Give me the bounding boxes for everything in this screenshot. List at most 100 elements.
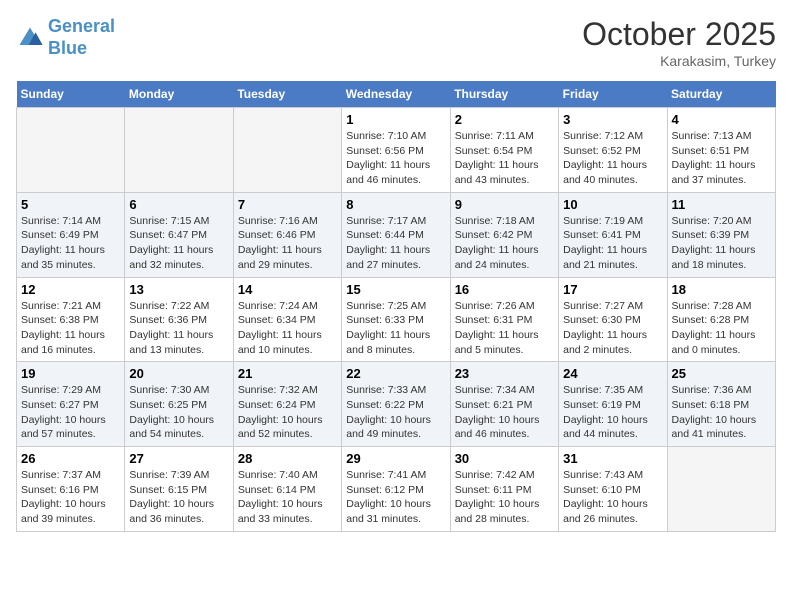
day-number: 17 <box>563 282 662 297</box>
day-number: 24 <box>563 366 662 381</box>
calendar-cell: 9 Sunrise: 7:18 AM Sunset: 6:42 PM Daylig… <box>450 192 558 277</box>
day-info: Sunrise: 7:19 AM Sunset: 6:41 PM Dayligh… <box>563 214 662 273</box>
day-number: 31 <box>563 451 662 466</box>
day-info: Sunrise: 7:10 AM Sunset: 6:56 PM Dayligh… <box>346 129 445 188</box>
day-info: Sunrise: 7:21 AM Sunset: 6:38 PM Dayligh… <box>21 299 120 358</box>
calendar-cell: 28 Sunrise: 7:40 AM Sunset: 6:14 PM Dayli… <box>233 447 341 532</box>
day-number: 21 <box>238 366 337 381</box>
calendar-week-1: 1 Sunrise: 7:10 AM Sunset: 6:56 PM Daylig… <box>17 108 776 193</box>
calendar-cell: 23 Sunrise: 7:34 AM Sunset: 6:21 PM Dayli… <box>450 362 558 447</box>
calendar-cell: 31 Sunrise: 7:43 AM Sunset: 6:10 PM Dayli… <box>559 447 667 532</box>
day-number: 9 <box>455 197 554 212</box>
page-header: General Blue October 2025 Karakasim, Tur… <box>16 16 776 69</box>
day-number: 13 <box>129 282 228 297</box>
logo-icon <box>16 24 44 52</box>
calendar-cell: 3Sunrise: 7:12 AM Sunset: 6:52 PM Daylig… <box>559 108 667 193</box>
calendar-table: SundayMondayTuesdayWednesdayThursdayFrid… <box>16 81 776 532</box>
location-subtitle: Karakasim, Turkey <box>582 53 776 69</box>
calendar-week-3: 12 Sunrise: 7:21 AM Sunset: 6:38 PM Dayli… <box>17 277 776 362</box>
weekday-header-sunday: Sunday <box>17 81 125 108</box>
day-info: Sunrise: 7:27 AM Sunset: 6:30 PM Dayligh… <box>563 299 662 358</box>
day-info: Sunrise: 7:11 AM Sunset: 6:54 PM Dayligh… <box>455 129 554 188</box>
day-number: 14 <box>238 282 337 297</box>
calendar-cell: 13 Sunrise: 7:22 AM Sunset: 6:36 PM Dayli… <box>125 277 233 362</box>
day-number: 2 <box>455 112 554 127</box>
calendar-cell: 25 Sunrise: 7:36 AM Sunset: 6:18 PM Dayli… <box>667 362 775 447</box>
calendar-cell: 20 Sunrise: 7:30 AM Sunset: 6:25 PM Dayli… <box>125 362 233 447</box>
day-info: Sunrise: 7:30 AM Sunset: 6:25 PM Dayligh… <box>129 383 228 442</box>
day-number: 30 <box>455 451 554 466</box>
calendar-cell <box>233 108 341 193</box>
calendar-cell <box>125 108 233 193</box>
calendar-cell: 10 Sunrise: 7:19 AM Sunset: 6:41 PM Dayli… <box>559 192 667 277</box>
day-number: 7 <box>238 197 337 212</box>
day-number: 4 <box>672 112 771 127</box>
logo: General Blue <box>16 16 115 59</box>
day-number: 12 <box>21 282 120 297</box>
day-number: 27 <box>129 451 228 466</box>
calendar-cell: 2 Sunrise: 7:11 AM Sunset: 6:54 PM Daylig… <box>450 108 558 193</box>
day-info: Sunrise: 7:37 AM Sunset: 6:16 PM Dayligh… <box>21 468 120 527</box>
day-number: 1 <box>346 112 445 127</box>
day-number: 8 <box>346 197 445 212</box>
day-info: Sunrise: 7:13 AM Sunset: 6:51 PM Dayligh… <box>672 129 771 188</box>
calendar-cell: 7 Sunrise: 7:16 AM Sunset: 6:46 PM Daylig… <box>233 192 341 277</box>
day-info: Sunrise: 7:15 AM Sunset: 6:47 PM Dayligh… <box>129 214 228 273</box>
day-info: Sunrise: 7:32 AM Sunset: 6:24 PM Dayligh… <box>238 383 337 442</box>
day-info: Sunrise: 7:24 AM Sunset: 6:34 PM Dayligh… <box>238 299 337 358</box>
day-info: Sunrise: 7:26 AM Sunset: 6:31 PM Dayligh… <box>455 299 554 358</box>
day-number: 18 <box>672 282 771 297</box>
day-info: Sunrise: 7:40 AM Sunset: 6:14 PM Dayligh… <box>238 468 337 527</box>
day-info: Sunrise: 7:18 AM Sunset: 6:42 PM Dayligh… <box>455 214 554 273</box>
weekday-header-friday: Friday <box>559 81 667 108</box>
calendar-week-4: 19Sunrise: 7:29 AM Sunset: 6:27 PM Dayli… <box>17 362 776 447</box>
calendar-cell: 26Sunrise: 7:37 AM Sunset: 6:16 PM Dayli… <box>17 447 125 532</box>
calendar-cell: 6 Sunrise: 7:15 AM Sunset: 6:47 PM Daylig… <box>125 192 233 277</box>
day-number: 19 <box>21 366 120 381</box>
day-info: Sunrise: 7:43 AM Sunset: 6:10 PM Dayligh… <box>563 468 662 527</box>
day-number: 22 <box>346 366 445 381</box>
day-info: Sunrise: 7:36 AM Sunset: 6:18 PM Dayligh… <box>672 383 771 442</box>
day-info: Sunrise: 7:33 AM Sunset: 6:22 PM Dayligh… <box>346 383 445 442</box>
calendar-cell: 24Sunrise: 7:35 AM Sunset: 6:19 PM Dayli… <box>559 362 667 447</box>
day-info: Sunrise: 7:17 AM Sunset: 6:44 PM Dayligh… <box>346 214 445 273</box>
day-info: Sunrise: 7:41 AM Sunset: 6:12 PM Dayligh… <box>346 468 445 527</box>
calendar-cell: 8 Sunrise: 7:17 AM Sunset: 6:44 PM Daylig… <box>342 192 450 277</box>
day-info: Sunrise: 7:22 AM Sunset: 6:36 PM Dayligh… <box>129 299 228 358</box>
day-info: Sunrise: 7:39 AM Sunset: 6:15 PM Dayligh… <box>129 468 228 527</box>
day-number: 10 <box>563 197 662 212</box>
day-info: Sunrise: 7:34 AM Sunset: 6:21 PM Dayligh… <box>455 383 554 442</box>
weekday-header-saturday: Saturday <box>667 81 775 108</box>
calendar-week-2: 5 Sunrise: 7:14 AM Sunset: 6:49 PM Daylig… <box>17 192 776 277</box>
calendar-cell: 15Sunrise: 7:25 AM Sunset: 6:33 PM Dayli… <box>342 277 450 362</box>
weekday-header-row: SundayMondayTuesdayWednesdayThursdayFrid… <box>17 81 776 108</box>
weekday-header-tuesday: Tuesday <box>233 81 341 108</box>
calendar-cell <box>17 108 125 193</box>
day-number: 20 <box>129 366 228 381</box>
calendar-cell: 22 Sunrise: 7:33 AM Sunset: 6:22 PM Dayli… <box>342 362 450 447</box>
day-number: 6 <box>129 197 228 212</box>
day-number: 25 <box>672 366 771 381</box>
calendar-cell: 14 Sunrise: 7:24 AM Sunset: 6:34 PM Dayli… <box>233 277 341 362</box>
day-number: 3 <box>563 112 662 127</box>
calendar-cell: 27 Sunrise: 7:39 AM Sunset: 6:15 PM Dayli… <box>125 447 233 532</box>
calendar-cell: 29 Sunrise: 7:41 AM Sunset: 6:12 PM Dayli… <box>342 447 450 532</box>
day-info: Sunrise: 7:42 AM Sunset: 6:11 PM Dayligh… <box>455 468 554 527</box>
weekday-header-wednesday: Wednesday <box>342 81 450 108</box>
day-number: 28 <box>238 451 337 466</box>
calendar-cell: 19Sunrise: 7:29 AM Sunset: 6:27 PM Dayli… <box>17 362 125 447</box>
day-info: Sunrise: 7:14 AM Sunset: 6:49 PM Dayligh… <box>21 214 120 273</box>
day-number: 5 <box>21 197 120 212</box>
calendar-cell: 17 Sunrise: 7:27 AM Sunset: 6:30 PM Dayli… <box>559 277 667 362</box>
weekday-header-thursday: Thursday <box>450 81 558 108</box>
day-info: Sunrise: 7:25 AM Sunset: 6:33 PM Dayligh… <box>346 299 445 358</box>
month-title: October 2025 <box>582 16 776 53</box>
calendar-cell: 11Sunrise: 7:20 AM Sunset: 6:39 PM Dayli… <box>667 192 775 277</box>
logo-blue: Blue <box>48 38 87 58</box>
day-number: 29 <box>346 451 445 466</box>
calendar-cell: 4 Sunrise: 7:13 AM Sunset: 6:51 PM Daylig… <box>667 108 775 193</box>
calendar-cell: 12 Sunrise: 7:21 AM Sunset: 6:38 PM Dayli… <box>17 277 125 362</box>
day-info: Sunrise: 7:20 AM Sunset: 6:39 PM Dayligh… <box>672 214 771 273</box>
day-info: Sunrise: 7:16 AM Sunset: 6:46 PM Dayligh… <box>238 214 337 273</box>
day-number: 23 <box>455 366 554 381</box>
